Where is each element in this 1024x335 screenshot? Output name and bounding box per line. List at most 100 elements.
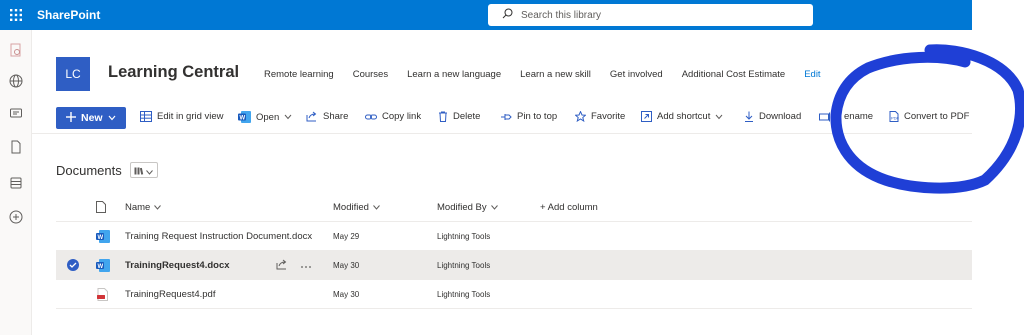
nav-item-remote-learning[interactable]: Remote learning — [264, 69, 334, 80]
open-label: Open — [256, 111, 280, 123]
add-shortcut-label: Add shortcut — [657, 111, 711, 122]
word-icon: W — [238, 111, 251, 123]
search-placeholder: Search this library — [521, 9, 602, 21]
table-row[interactable]: TrainingRequest4.pdf May 30 Lightning To… — [56, 280, 972, 309]
file-modified-by[interactable]: Lightning Tools — [437, 232, 490, 241]
library-view-icon — [134, 163, 144, 178]
search-icon — [502, 6, 513, 24]
rename-icon — [819, 112, 831, 122]
edit-grid-view-label: Edit in grid view — [157, 111, 224, 122]
share-label: Share — [323, 111, 349, 122]
link-icon — [365, 112, 377, 122]
download-icon — [744, 111, 754, 122]
column-modified-label: Modified — [333, 202, 369, 213]
column-name[interactable]: Name — [125, 202, 162, 213]
chevron-down-icon — [715, 114, 723, 120]
row-actions — [276, 259, 312, 272]
file-name[interactable]: TrainingRequest4.pdf — [125, 289, 215, 300]
column-modified-by[interactable]: Modified By — [437, 202, 498, 213]
add-shortcut-button[interactable]: Add shortcut — [641, 111, 723, 122]
svg-text:PDF: PDF — [891, 116, 899, 121]
app-launcher-icon[interactable] — [0, 0, 32, 30]
globe-icon[interactable] — [8, 73, 24, 89]
nav-item-get-involved[interactable]: Get involved — [610, 69, 663, 80]
site-title[interactable]: Learning Central — [108, 63, 239, 82]
command-bar: New Edit in grid view W Open Share Copy … — [32, 100, 972, 134]
chevron-down-icon — [146, 163, 154, 178]
table-row[interactable]: W Training Request Instruction Document.… — [56, 222, 972, 251]
favorite-label: Favorite — [591, 111, 626, 122]
view-switcher[interactable] — [129, 162, 158, 178]
news-icon[interactable] — [8, 105, 24, 121]
library-title: Documents — [56, 162, 122, 178]
share-button[interactable]: Share — [306, 111, 348, 122]
file-modified: May 30 — [333, 290, 360, 299]
site-navigation: Remote learning Courses Learn a new lang… — [264, 69, 840, 80]
svg-text:W: W — [98, 235, 104, 241]
my-content-icon[interactable] — [8, 42, 24, 58]
pdf-icon: PDF — [889, 111, 899, 122]
lists-icon[interactable] — [8, 175, 24, 191]
word-file-icon: W — [96, 230, 110, 245]
favorite-button[interactable]: Favorite — [575, 111, 625, 122]
chevron-down-icon — [373, 202, 380, 213]
nav-item-courses[interactable]: Courses — [353, 69, 388, 80]
download-label: Download — [759, 111, 802, 122]
svg-text:W: W — [98, 264, 104, 270]
sharepoint-window: SharePoint Search this library LC Learni… — [0, 0, 1024, 335]
column-name-label: Name — [125, 202, 151, 213]
add-column-button[interactable]: + Add column — [540, 202, 598, 213]
column-modified[interactable]: Modified — [333, 202, 380, 213]
app-name[interactable]: SharePoint — [37, 8, 100, 22]
copy-link-label: Copy link — [382, 111, 422, 122]
shortcut-icon — [641, 111, 652, 122]
list-column-header: Name Modified Modified By + Add column — [56, 192, 972, 222]
delete-button[interactable]: Delete — [438, 111, 480, 122]
grid-icon — [140, 111, 152, 122]
star-icon — [575, 111, 586, 122]
word-file-icon: W — [96, 259, 110, 274]
new-button[interactable]: New — [56, 107, 126, 129]
pin-icon — [500, 112, 512, 122]
convert-to-pdf-label: Convert to PDF — [904, 111, 970, 122]
site-logo[interactable]: LC — [56, 57, 90, 91]
pin-to-top-button[interactable]: Pin to top — [500, 111, 557, 122]
pdf-file-icon — [96, 288, 109, 303]
edit-grid-view-button[interactable]: Edit in grid view — [140, 111, 224, 122]
convert-to-pdf-button[interactable]: PDF Convert to PDF — [889, 111, 969, 122]
row-selected-check-icon[interactable] — [67, 259, 79, 271]
left-app-bar — [0, 30, 32, 335]
file-modified: May 29 — [333, 232, 360, 241]
more-options-icon[interactable] — [300, 261, 312, 271]
pin-to-top-label: Pin to top — [517, 111, 558, 122]
table-row-selected[interactable]: W TrainingRequest4.docx May 30 Lightning… — [56, 251, 972, 280]
share-icon — [306, 111, 318, 122]
rename-button[interactable]: ename — [819, 111, 873, 122]
new-button-label: New — [81, 112, 103, 124]
document-icon[interactable] — [8, 139, 24, 155]
column-modified-by-label: Modified By — [437, 202, 487, 213]
nav-edit-link[interactable]: Edit — [804, 69, 820, 80]
file-modified: May 30 — [333, 261, 360, 270]
copy-link-button[interactable]: Copy link — [365, 111, 421, 122]
file-name[interactable]: TrainingRequest4.docx — [125, 260, 230, 271]
search-box[interactable]: Search this library — [488, 4, 813, 26]
chevron-down-icon — [154, 202, 162, 213]
file-name[interactable]: Training Request Instruction Document.do… — [125, 231, 312, 242]
nav-item-learn-language[interactable]: Learn a new language — [407, 69, 501, 80]
chevron-down-icon — [490, 202, 498, 213]
nav-item-learn-skill[interactable]: Learn a new skill — [520, 69, 591, 80]
plus-icon — [66, 111, 76, 125]
file-modified-by[interactable]: Lightning Tools — [437, 290, 490, 299]
library-header: Documents — [56, 162, 158, 178]
nav-item-additional-cost-estimate[interactable]: Additional Cost Estimate — [682, 69, 786, 80]
download-button[interactable]: Download — [744, 111, 801, 122]
delete-label: Delete — [453, 111, 481, 122]
create-icon[interactable] — [8, 209, 24, 225]
svg-text:W: W — [240, 115, 246, 121]
trash-icon — [438, 111, 448, 122]
file-type-header-icon[interactable] — [96, 201, 106, 213]
share-icon[interactable] — [276, 259, 288, 272]
file-modified-by[interactable]: Lightning Tools — [437, 261, 490, 270]
open-button[interactable]: W Open — [238, 111, 292, 123]
